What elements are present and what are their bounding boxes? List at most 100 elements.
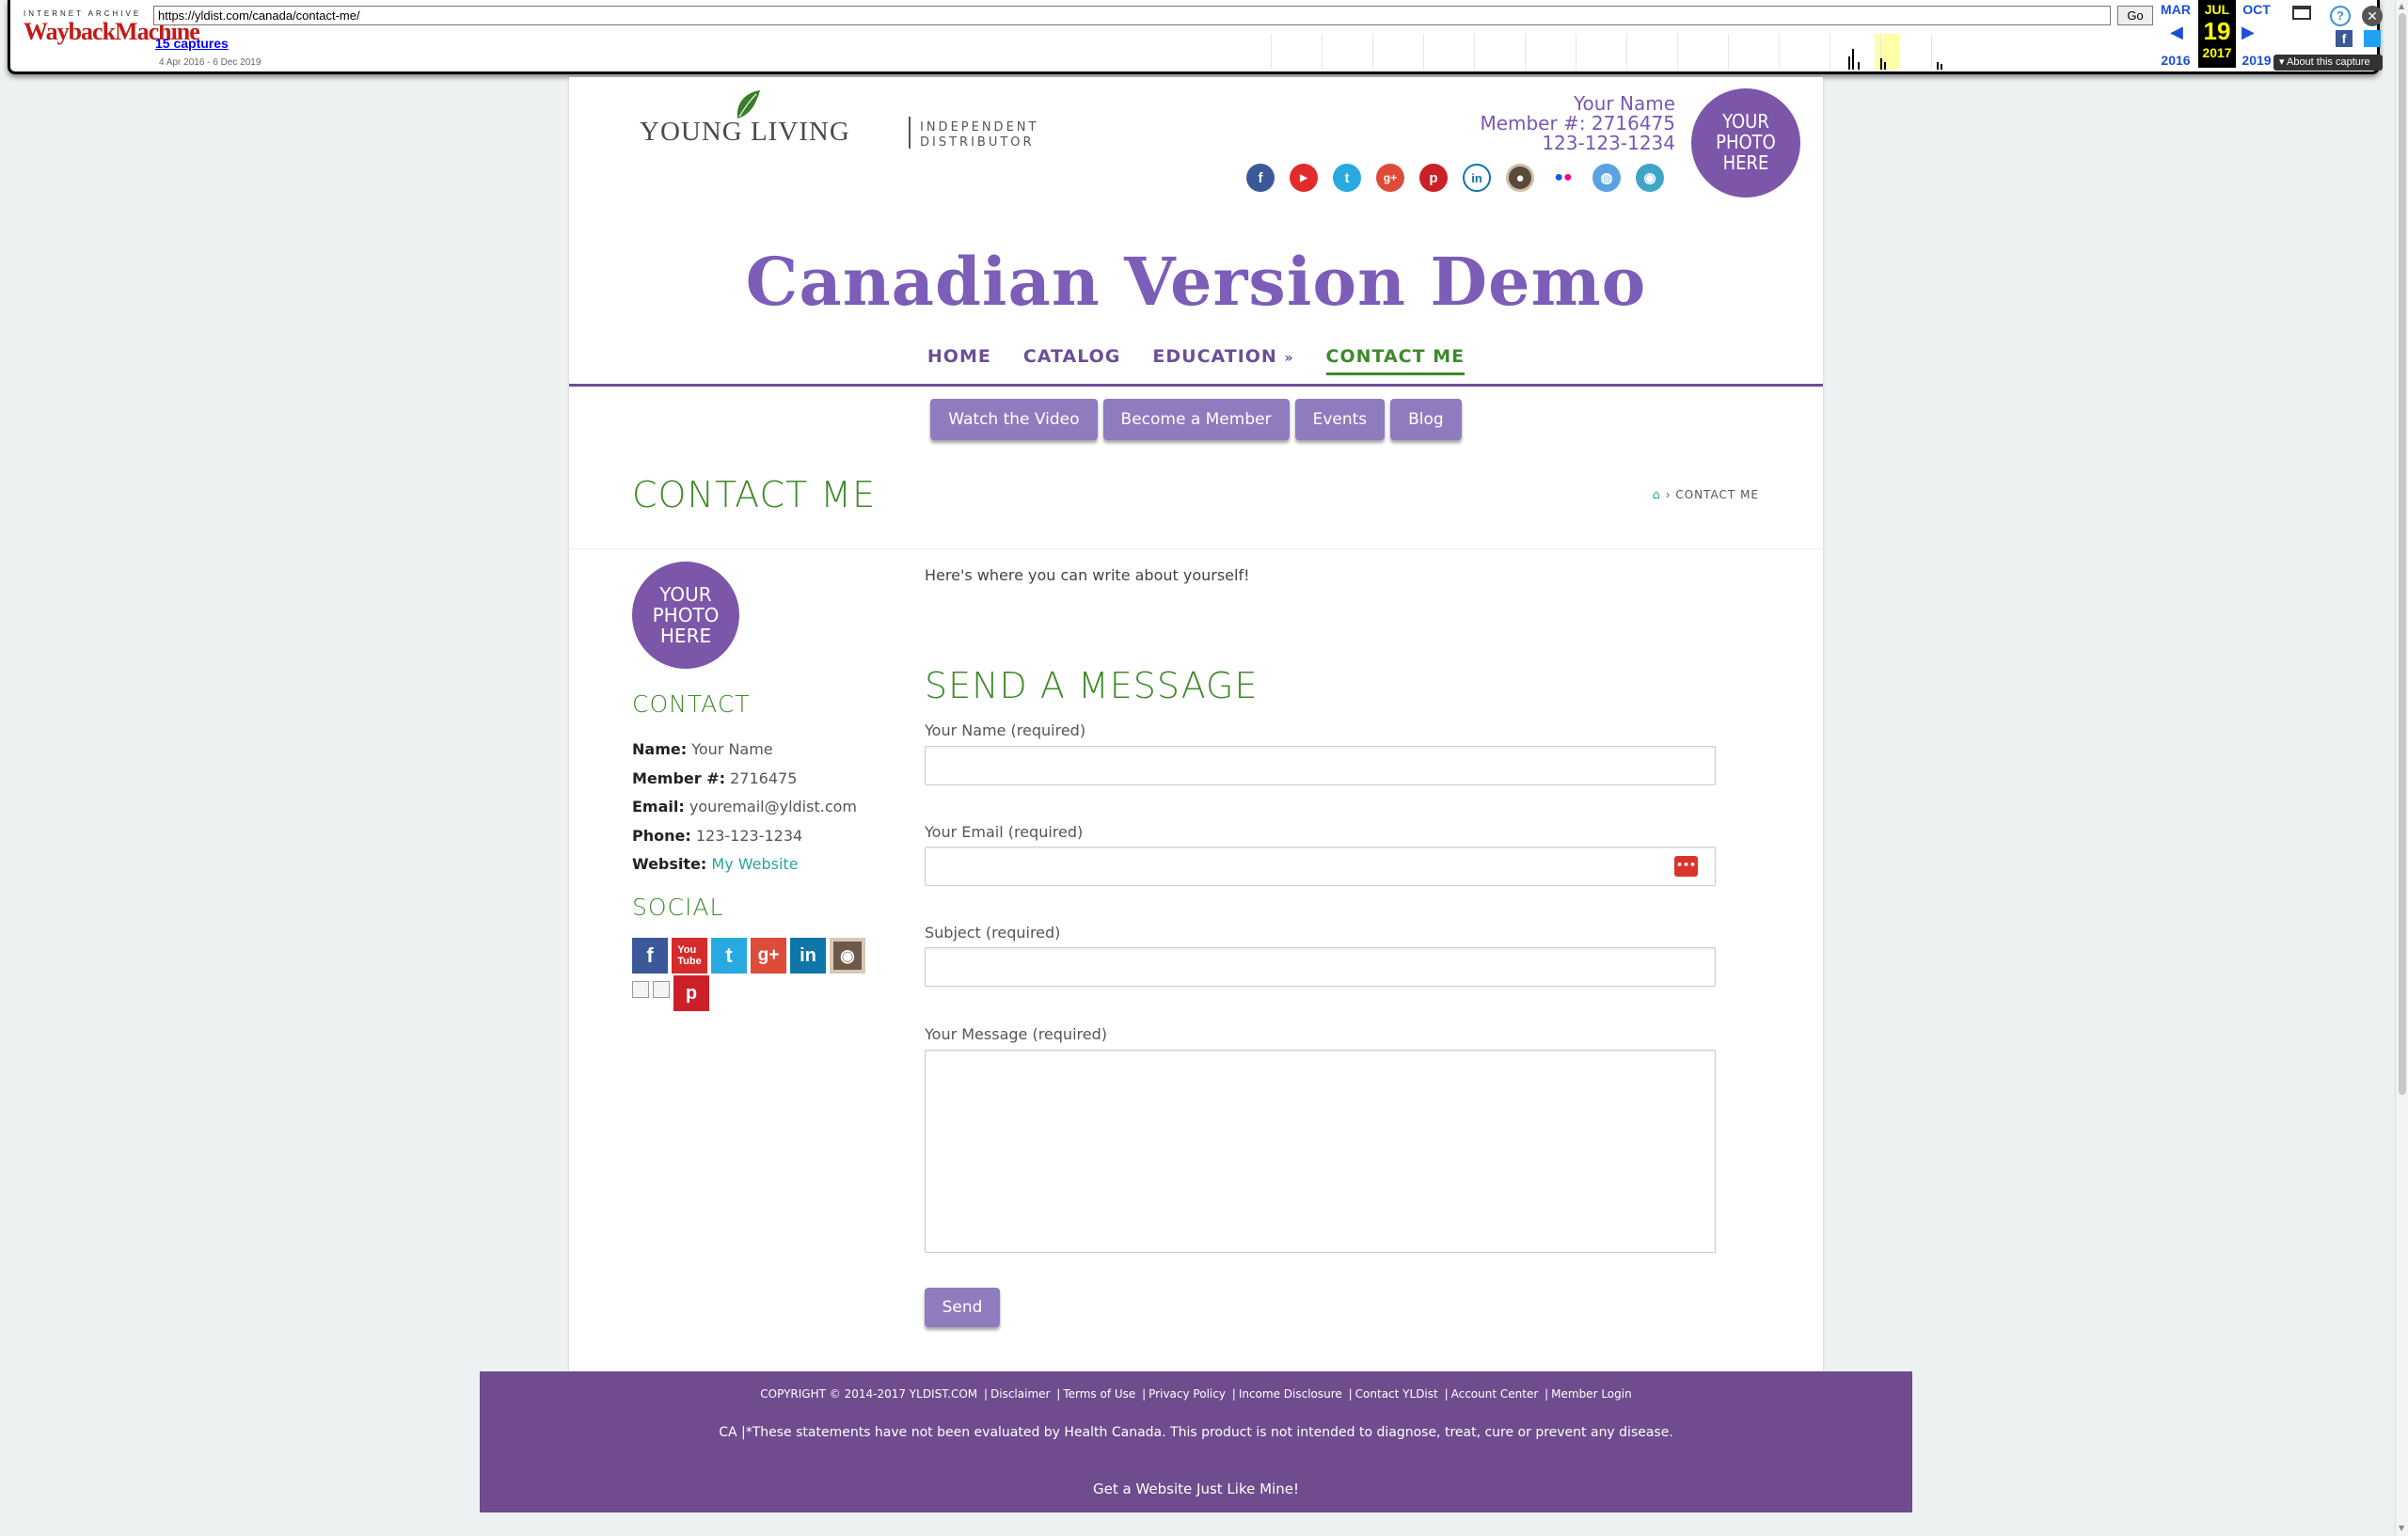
twitter-icon[interactable]: t <box>711 938 747 974</box>
sparkline-capture-bar[interactable] <box>1852 49 1854 70</box>
scroll-up-arrow-icon[interactable]: ▲ <box>2399 2 2406 10</box>
flickr-icon[interactable]: ● ● <box>1549 164 1577 192</box>
subnav-watch-video-button[interactable]: Watch the Video <box>930 399 1098 440</box>
wayback-go-button[interactable]: Go <box>2117 6 2153 25</box>
contact-name-value: Your Name <box>691 740 773 758</box>
subnav-events-button[interactable]: Events <box>1294 399 1386 440</box>
wayback-current-date: JUL 19 2017 <box>2198 0 2236 68</box>
youtube-icon[interactable]: You Tube <box>672 938 707 974</box>
breadcrumb-current: CONTACT ME <box>1675 488 1759 501</box>
young-living-logo[interactable]: YOUNG LIVING INDEPENDENT DISTRIBUTOR <box>640 88 1036 150</box>
site-title[interactable]: Canadian Version Demo <box>569 243 1823 321</box>
contact-phone-row: Phone: 123-123-1234 <box>632 822 857 851</box>
header-photo-line-3: HERE <box>1722 151 1769 174</box>
youtube-icon[interactable]: ▶ <box>1290 164 1318 192</box>
wayback-about-capture[interactable]: ▾ About this capture <box>2273 55 2383 71</box>
instagram-icon[interactable]: ◉ <box>830 938 865 974</box>
googleplus-icon[interactable]: g+ <box>1376 164 1404 192</box>
wayback-logo[interactable]: INTERNET ARCHIVE WaybackMachine <box>24 9 200 46</box>
wayback-captures-link[interactable]: 15 captures <box>155 36 229 51</box>
sparkline-capture-bar[interactable] <box>1848 56 1850 70</box>
message-textarea[interactable] <box>925 1050 1716 1253</box>
sparkline-capture-bar[interactable] <box>1941 64 1942 70</box>
nav-item-catalog[interactable]: CATALOG <box>1023 346 1121 375</box>
twitter-icon[interactable]: t <box>1333 164 1361 192</box>
wayback-sparkline[interactable] <box>1271 34 2136 70</box>
wayback-cur-year: 2017 <box>2202 45 2232 60</box>
facebook-icon[interactable]: f <box>632 938 668 974</box>
page-scrollbar[interactable]: ▲ ▼ <box>2395 0 2408 1536</box>
contact-email-row: Email: youremail@yldist.com <box>632 793 857 822</box>
sparkline-year-divider <box>1474 34 1475 70</box>
breadcrumb-separator: › <box>1665 488 1671 501</box>
wayback-url-input[interactable] <box>153 6 2111 25</box>
broken-image-icon[interactable] <box>653 981 670 998</box>
subject-field[interactable] <box>925 947 1716 987</box>
header-phone: 123-123-1234 <box>1542 132 1675 154</box>
subnav-blog-button[interactable]: Blog <box>1390 399 1462 440</box>
wayback-facebook-icon[interactable]: f <box>2336 30 2353 47</box>
contact-name-row: Name: Your Name <box>632 736 857 765</box>
scroll-thumb[interactable] <box>2399 13 2406 1095</box>
logo-sub-1: INDEPENDENT <box>920 120 1039 135</box>
nav-item-education[interactable]: EDUCATION » <box>1152 346 1293 375</box>
facebook-icon[interactable]: f <box>1246 164 1275 192</box>
instagram-icon[interactable]: ● <box>1506 164 1534 192</box>
footer-link-contact[interactable]: Contact YLDist <box>1355 1387 1438 1401</box>
sparkline-year-divider <box>1322 34 1323 70</box>
sparkline-capture-bar[interactable] <box>1884 62 1886 70</box>
sidebar-photo-placeholder: YOUR PHOTO HERE <box>632 562 739 669</box>
wayback-logo-top: INTERNET ARCHIVE <box>24 9 142 18</box>
sparkline-current-year <box>1875 34 1899 70</box>
googleplus-icon[interactable]: g+ <box>751 938 786 974</box>
wayback-save-icon[interactable] <box>2292 6 2311 20</box>
sparkline-capture-bar[interactable] <box>1880 58 1882 70</box>
footer-link-login[interactable]: Member Login <box>1551 1387 1632 1401</box>
periscope-icon[interactable]: ◉ <box>1636 164 1664 192</box>
header-photo-placeholder: YOUR PHOTO HERE <box>1691 88 1800 198</box>
footer-link-privacy[interactable]: Privacy Policy <box>1149 1387 1226 1401</box>
website-icon[interactable]: ◍ <box>1592 164 1621 192</box>
wayback-next-month[interactable]: OCT <box>2238 2 2275 17</box>
name-label: Your Name (required) <box>925 721 1086 739</box>
footer-cta-link[interactable]: Get a Website Just Like Mine! <box>480 1481 1912 1497</box>
leaf-icon <box>737 90 760 119</box>
password-manager-icon[interactable]: ••• <box>1674 856 1698 877</box>
contact-website-link[interactable]: My Website <box>711 855 798 873</box>
pinterest-icon[interactable]: p <box>1419 164 1448 192</box>
sparkline-year-divider <box>1931 34 1932 70</box>
wayback-twitter-icon[interactable] <box>2364 30 2381 47</box>
send-button[interactable]: Send <box>925 1288 1000 1327</box>
sparkline-capture-bar[interactable] <box>1858 62 1860 70</box>
wayback-prev-arrow-icon[interactable]: ◀ <box>2170 23 2183 42</box>
wayback-next-year[interactable]: 2019 <box>2238 53 2275 68</box>
footer-link-terms[interactable]: Terms of Use <box>1063 1387 1135 1401</box>
footer-links: COPYRIGHT © 2014-2017 YLDIST.COM | Discla… <box>760 1387 1632 1401</box>
broken-image-icon[interactable] <box>632 981 649 998</box>
wayback-prev-month[interactable]: MAR <box>2157 2 2194 17</box>
wayback-toolbar: INTERNET ARCHIVE WaybackMachine Go 15 ca… <box>8 0 2383 74</box>
sparkline-year-divider <box>1728 34 1729 70</box>
contact-name-label: Name: <box>632 740 688 758</box>
home-icon[interactable]: ⌂ <box>1653 488 1661 502</box>
wayback-help-icon[interactable]: ? <box>2330 6 2351 26</box>
sparkline-capture-bar[interactable] <box>1937 62 1939 70</box>
contact-email-value: youremail@yldist.com <box>689 798 857 816</box>
footer-link-income[interactable]: Income Disclosure <box>1239 1387 1342 1401</box>
wayback-next-arrow-icon[interactable]: ▶ <box>2242 23 2255 42</box>
send-message-heading: SEND A MESSAGE <box>925 665 1259 706</box>
subnav-become-member-button[interactable]: Become a Member <box>1102 399 1290 440</box>
pinterest-icon[interactable]: p <box>673 975 709 1011</box>
nav-item-home[interactable]: HOME <box>927 346 991 375</box>
nav-item-contact[interactable]: CONTACT ME <box>1325 346 1465 375</box>
name-field[interactable] <box>925 746 1716 785</box>
sparkline-year-divider <box>1779 34 1780 70</box>
footer-link-disclaimer[interactable]: Disclaimer <box>990 1387 1050 1401</box>
wayback-close-icon[interactable]: ✕ <box>2362 6 2383 26</box>
email-field[interactable] <box>925 847 1716 886</box>
footer-link-account[interactable]: Account Center <box>1451 1387 1539 1401</box>
scroll-down-arrow-icon[interactable]: ▼ <box>2399 1524 2406 1532</box>
linkedin-icon[interactable]: in <box>790 938 826 974</box>
wayback-prev-year[interactable]: 2016 <box>2157 53 2194 68</box>
linkedin-icon[interactable]: in <box>1463 164 1491 192</box>
